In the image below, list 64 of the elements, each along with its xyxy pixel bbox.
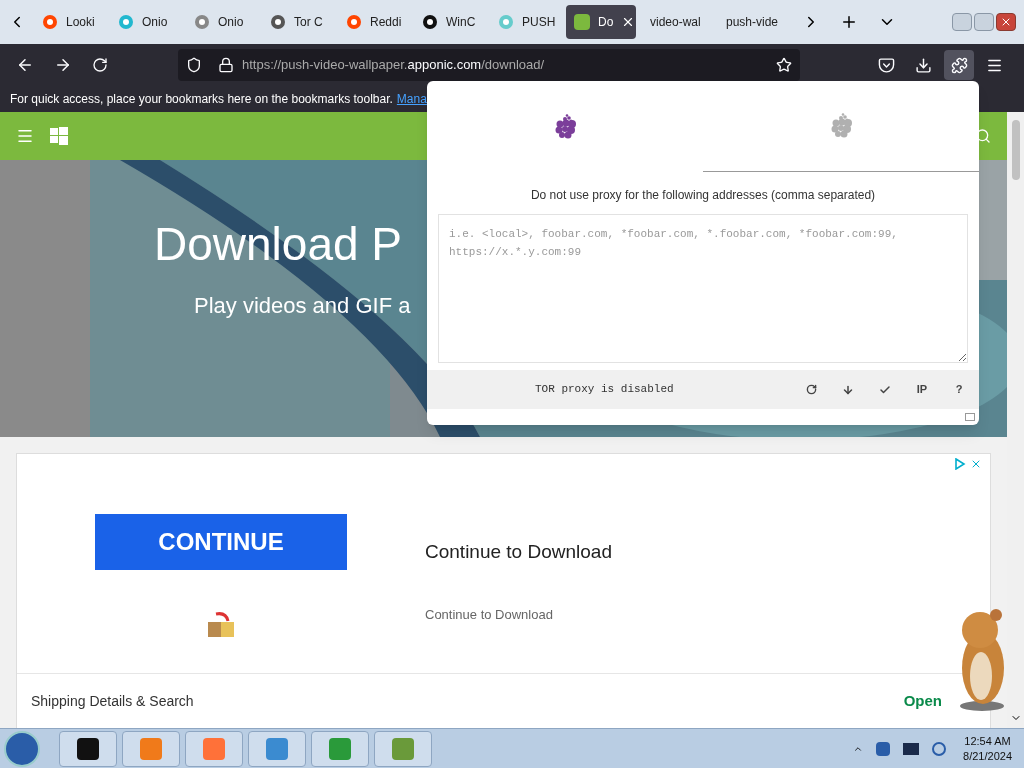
close-button[interactable] [996,13,1016,31]
lock-icon[interactable] [218,57,234,73]
site-icon [194,14,210,30]
close-icon [1000,16,1012,28]
browser-tab[interactable]: PUSH [490,5,560,39]
resize-icon[interactable] [965,413,975,421]
close-ad-icon[interactable] [970,458,982,470]
browser-tab[interactable]: WinC [414,5,484,39]
reload-icon[interactable] [92,57,108,73]
exclusion-field[interactable]: i.e. <local>, foobar.com, *foobar.com, *.foobar.com, *foobar.com:99, https://x.*.y.com:99 [438,214,968,363]
text-button[interactable]: IP [910,377,934,402]
clock-date[interactable]: 8/21/2024 [963,748,1012,764]
taskbar-app[interactable] [59,730,117,767]
back-icon[interactable] [16,56,34,74]
ad-title[interactable]: Continue to Download [425,538,612,567]
bookmarks-message: For quick access, place your bookmarks here on the bookmarks toolbar. [10,91,393,108]
site-icon [270,14,286,30]
tray-icon[interactable] [932,741,947,756]
site-icon [422,14,438,30]
site-icon [574,14,590,30]
start-button[interactable] [4,730,40,767]
site-icon [42,14,58,30]
puzzle-icon [950,56,968,74]
scrollbar-thumb[interactable] [1011,120,1020,180]
clock-time[interactable]: 12:54 AM [964,733,1011,749]
minimize-button[interactable] [952,13,972,31]
hero-subtitle: Play videos and GIF a [194,292,411,320]
continue-button[interactable]: CONTINUE [95,514,347,570]
site-icon [498,14,514,30]
ad-footer-text: Shipping Details & Search [31,691,194,711]
windows-logo-icon[interactable] [50,127,68,145]
bookmark-star-icon[interactable] [776,57,792,73]
shield-icon[interactable] [186,57,202,73]
text-button[interactable]: ? [947,377,971,402]
check-icon [879,383,891,396]
tray-icon[interactable] [903,742,920,755]
ad-choices-icon[interactable] [954,458,966,470]
extensions-button[interactable] [944,50,974,80]
browser-tab[interactable]: push-vide [718,5,788,39]
exclusion-label: Do not use proxy for the following addresses (comma separated) [529,187,877,204]
browser-tab[interactable]: Do [566,5,636,39]
browser-tab[interactable]: Tor C [262,5,332,39]
forward-icon[interactable] [54,56,72,74]
browser-tab[interactable]: Looki [34,5,104,39]
new-tab-icon[interactable] [840,13,858,31]
open-link[interactable]: Open [903,689,942,713]
ad-subtitle[interactable]: Continue to Download [425,604,612,624]
url-text: https://push-video-wallpaper.apponic.com/download/ [242,56,545,75]
box-icon [206,612,236,638]
browser-tab[interactable]: Onio [186,5,256,39]
hero-title: Download P [154,217,403,272]
browser-tab[interactable]: Onio [110,5,180,39]
address-bar[interactable]: https://push-video-wallpaper.apponic.com/download/ [178,49,800,81]
manage-link[interactable]: Mana [396,90,427,108]
download-icon[interactable] [915,56,932,74]
browser-tab[interactable]: video-wal [642,5,712,39]
site-icon [346,14,362,30]
down-arrow-icon [842,383,854,396]
pocket-icon[interactable] [878,56,895,74]
site-icon [118,14,134,30]
reload-icon [805,384,817,395]
tray-icon[interactable] [876,741,891,756]
proxy-status: TOR proxy is disabled [535,382,674,398]
browser-tab[interactable]: Reddi [338,5,408,39]
